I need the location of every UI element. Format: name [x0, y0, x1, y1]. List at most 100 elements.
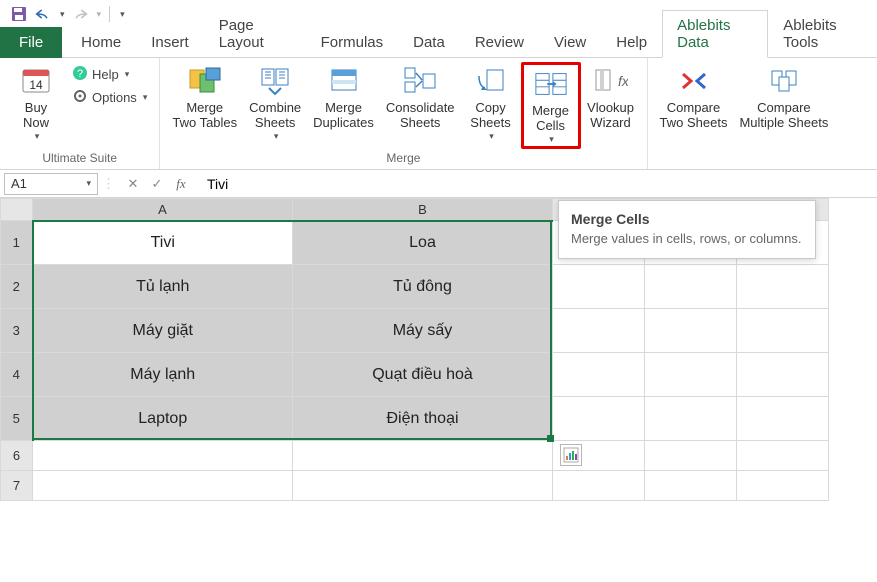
cell[interactable]: [737, 265, 829, 309]
cancel-icon[interactable]: ✕: [125, 176, 141, 192]
merge-cells-button[interactable]: Merge Cells ▾: [521, 62, 581, 149]
enter-icon[interactable]: ✓: [149, 176, 165, 192]
chevron-down-icon: ▾: [125, 69, 130, 80]
cell[interactable]: [33, 441, 293, 471]
name-box[interactable]: A1 ▾: [4, 173, 98, 195]
tab-ablebits-tools[interactable]: Ablebits Tools: [768, 10, 877, 58]
compare-multiple-sheets-button[interactable]: Compare Multiple Sheets: [733, 62, 834, 133]
cell[interactable]: [645, 397, 737, 441]
copy-sheets-label: Copy Sheets: [470, 101, 510, 131]
merge-cells-label: Merge Cells: [532, 104, 569, 134]
compare-multi-icon: [767, 64, 801, 98]
select-all-corner[interactable]: [1, 199, 33, 221]
quick-analysis-icon[interactable]: [560, 444, 582, 466]
calendar-icon: 14: [19, 64, 53, 98]
merge-two-tables-label: Merge Two Tables: [172, 101, 237, 131]
merge-two-tables-button[interactable]: Merge Two Tables: [166, 62, 243, 133]
tab-view[interactable]: View: [539, 27, 601, 58]
tab-review[interactable]: Review: [460, 27, 539, 58]
cell[interactable]: [645, 441, 737, 471]
table-row: 7: [1, 471, 829, 501]
cell[interactable]: [737, 441, 829, 471]
options-button[interactable]: Options ▾: [70, 87, 149, 108]
table-row: 4 Máy lạnh Quạt điều hoà: [1, 353, 829, 397]
svg-text:?: ?: [77, 68, 83, 80]
undo-icon[interactable]: [34, 5, 52, 23]
cell[interactable]: [33, 471, 293, 501]
fx-icon[interactable]: fx: [173, 176, 189, 192]
group-label-merge: Merge: [166, 151, 640, 167]
cell-a5[interactable]: Laptop: [33, 397, 293, 441]
cell[interactable]: [293, 471, 553, 501]
tab-help[interactable]: Help: [601, 27, 662, 58]
row-header[interactable]: 1: [1, 221, 33, 265]
help-label: Help: [92, 67, 119, 82]
table-row: 2 Tủ lạnh Tủ đông: [1, 265, 829, 309]
vlookup-icon: fx: [594, 64, 628, 98]
cell[interactable]: [553, 309, 645, 353]
chevron-down-icon[interactable]: ▾: [86, 178, 91, 189]
table-row: 5 Laptop Điện thoại: [1, 397, 829, 441]
cell-a1[interactable]: Tivi: [33, 221, 293, 265]
col-header-b[interactable]: B: [293, 199, 553, 221]
cell[interactable]: [737, 471, 829, 501]
ribbon-group-ultimate-suite: 14 Buy Now ▾ ? Help ▾ Options: [0, 58, 160, 169]
formula-bar-buttons: ✕ ✓ fx: [115, 176, 199, 192]
vlookup-wizard-button[interactable]: fx Vlookup Wizard: [581, 62, 641, 133]
cell[interactable]: [645, 353, 737, 397]
undo-dropdown-icon[interactable]: ▾: [60, 9, 65, 20]
consolidate-sheets-button[interactable]: Consolidate Sheets: [380, 62, 461, 133]
cell[interactable]: [645, 265, 737, 309]
row-header[interactable]: 4: [1, 353, 33, 397]
copy-sheets-button[interactable]: Copy Sheets ▾: [461, 62, 521, 143]
combine-sheets-button[interactable]: Combine Sheets ▾: [243, 62, 307, 143]
cell[interactable]: [553, 353, 645, 397]
cell[interactable]: [645, 471, 737, 501]
buy-now-label: Buy Now: [23, 101, 49, 131]
row-header[interactable]: 7: [1, 471, 33, 501]
cell[interactable]: [553, 471, 645, 501]
row-header[interactable]: 6: [1, 441, 33, 471]
tab-ablebits-data[interactable]: Ablebits Data: [662, 10, 768, 58]
table-row: 3 Máy giặt Máy sấy: [1, 309, 829, 353]
save-icon[interactable]: [10, 5, 28, 23]
cell-b4[interactable]: Quạt điều hoà: [293, 353, 553, 397]
tab-file[interactable]: File: [0, 27, 62, 58]
cell[interactable]: [737, 309, 829, 353]
row-header[interactable]: 3: [1, 309, 33, 353]
cell[interactable]: [737, 397, 829, 441]
ribbon: 14 Buy Now ▾ ? Help ▾ Options: [0, 58, 877, 170]
group-label-compare: [654, 165, 835, 167]
tab-insert[interactable]: Insert: [136, 27, 204, 58]
copy-sheets-icon: [474, 64, 508, 98]
redo-dropdown-icon[interactable]: ▾: [97, 9, 102, 20]
tooltip-body: Merge values in cells, rows, or columns.: [571, 231, 803, 248]
row-header[interactable]: 2: [1, 265, 33, 309]
formula-input[interactable]: [199, 174, 877, 194]
col-header-a[interactable]: A: [33, 199, 293, 221]
tab-page-layout[interactable]: Page Layout: [204, 10, 306, 58]
tab-data[interactable]: Data: [398, 27, 460, 58]
cell[interactable]: [553, 265, 645, 309]
redo-icon[interactable]: [71, 5, 89, 23]
merge-duplicates-button[interactable]: Merge Duplicates: [307, 62, 380, 133]
help-button[interactable]: ? Help ▾: [70, 64, 149, 85]
cell-a2[interactable]: Tủ lạnh: [33, 265, 293, 309]
chevron-down-icon: ▾: [274, 131, 279, 141]
cell-a4[interactable]: Máy lạnh: [33, 353, 293, 397]
qat-customize-icon[interactable]: ▾: [120, 9, 125, 20]
row-header[interactable]: 5: [1, 397, 33, 441]
cell-b3[interactable]: Máy sấy: [293, 309, 553, 353]
cell-b5[interactable]: Điện thoại: [293, 397, 553, 441]
compare-two-sheets-button[interactable]: Compare Two Sheets: [654, 62, 734, 133]
cell[interactable]: [293, 441, 553, 471]
cell[interactable]: [645, 309, 737, 353]
cell[interactable]: [553, 397, 645, 441]
buy-now-button[interactable]: 14 Buy Now ▾: [6, 62, 66, 143]
tab-home[interactable]: Home: [66, 27, 136, 58]
cell-b1[interactable]: Loa: [293, 221, 553, 265]
cell[interactable]: [737, 353, 829, 397]
cell-b2[interactable]: Tủ đông: [293, 265, 553, 309]
cell-a3[interactable]: Máy giặt: [33, 309, 293, 353]
tab-formulas[interactable]: Formulas: [306, 27, 399, 58]
